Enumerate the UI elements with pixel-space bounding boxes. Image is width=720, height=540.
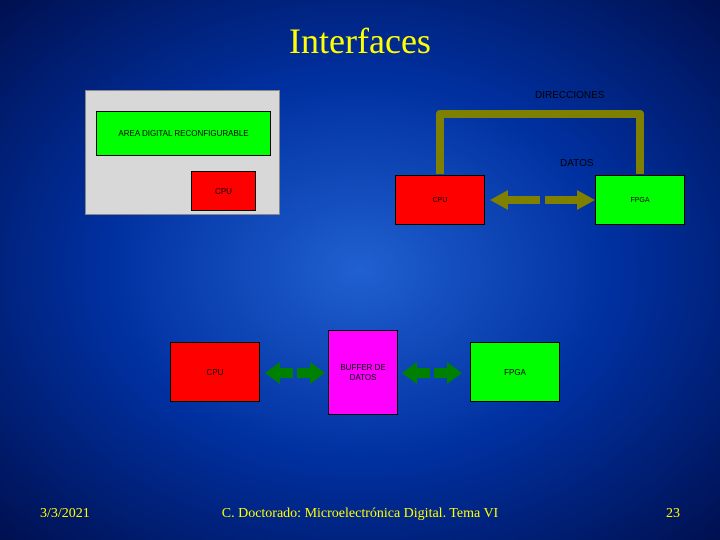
diagram-panel-2: DIRECCIONES DATOS CPU FPGA (395, 90, 685, 235)
diagram-panel-1: AREA DIGITAL RECONFIGURABLE CPU (85, 90, 280, 215)
bidir-arrow-left-icon (265, 362, 325, 384)
footer-center: C. Doctorado: Microelectrónica Digital. … (0, 506, 720, 522)
address-bus-icon (425, 104, 655, 179)
slide-title: Interfaces (0, 20, 720, 62)
cpu-box-panel3: CPU (170, 342, 260, 402)
footer-page-number: 23 (666, 506, 680, 522)
fpga-box-panel3: FPGA (470, 342, 560, 402)
fpga-box-panel2: FPGA (595, 175, 685, 225)
bidir-arrow-icon (490, 190, 595, 210)
cpu-box-panel2: CPU (395, 175, 485, 225)
bidir-arrow-right-icon (402, 362, 462, 384)
area-digital-reconfigurable-box: AREA DIGITAL RECONFIGURABLE (96, 111, 271, 156)
diagram-panel-3: CPU BUFFER DE DATOS FPGA (170, 330, 590, 420)
buffer-box: BUFFER DE DATOS (328, 330, 398, 415)
cpu-box-panel1: CPU (191, 171, 256, 211)
direcciones-label: DIRECCIONES (535, 90, 604, 101)
